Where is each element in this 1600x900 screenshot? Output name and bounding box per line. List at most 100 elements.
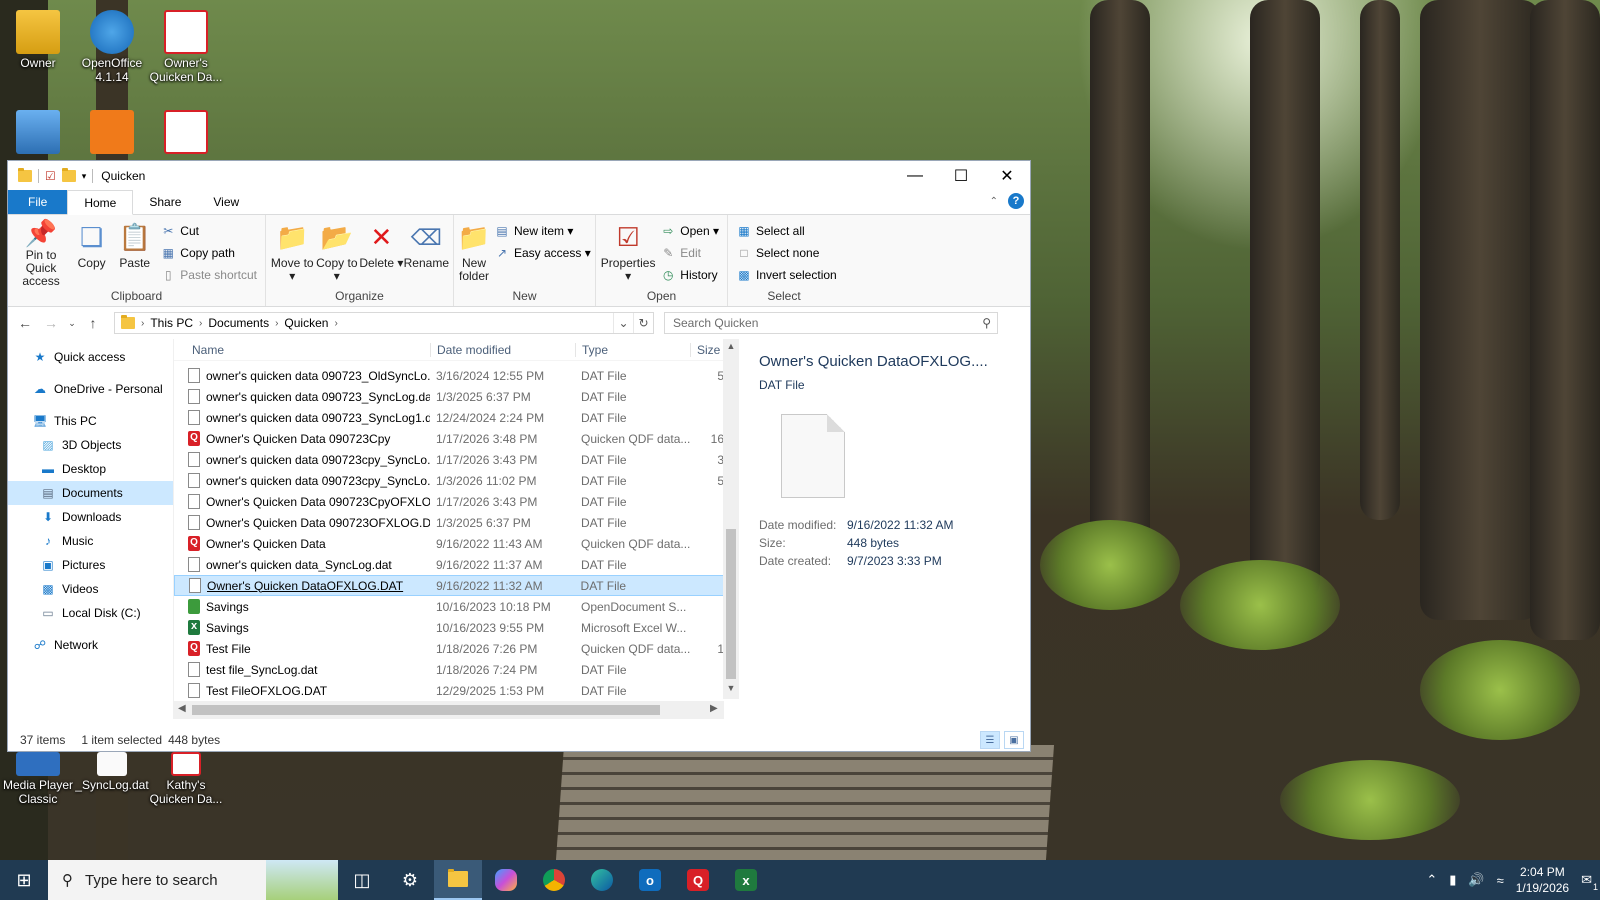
- outlook-taskbar-icon[interactable]: o: [626, 860, 674, 900]
- edit-button[interactable]: ✎ Edit: [660, 243, 719, 263]
- copilot-taskbar-icon[interactable]: [482, 860, 530, 900]
- file-row[interactable]: Test File 1/18/2026 7:26 PM Quicken QDF da…: [174, 638, 724, 659]
- easy-access-button[interactable]: ↗ Easy access ▾: [494, 243, 591, 263]
- rename-button[interactable]: ⌫ Rename: [404, 219, 449, 288]
- desktop-icon-owner[interactable]: Owner: [0, 8, 76, 70]
- file-row[interactable]: test file_SyncLog.dat 1/18/2026 7:24 PM DA…: [174, 659, 724, 680]
- breadcrumb-quicken[interactable]: Quicken: [284, 316, 328, 330]
- column-header-size[interactable]: Size: [690, 342, 726, 357]
- file-row[interactable]: Test FileOFXLOG.DAT 12/29/2025 1:53 PM DAT…: [174, 680, 724, 701]
- edge-taskbar-icon[interactable]: [578, 860, 626, 900]
- file-row[interactable]: Owner's Quicken Data 090723OFXLOG.DAT 1/3…: [174, 512, 724, 533]
- nav-this-pc[interactable]: 🖥 This PC: [8, 409, 173, 433]
- chrome-taskbar-icon[interactable]: [530, 860, 578, 900]
- nav-3d-objects[interactable]: ▨ 3D Objects: [8, 433, 173, 457]
- vertical-scrollbar[interactable]: ▲ ▼: [723, 339, 739, 699]
- file-row[interactable]: Owner's Quicken Data 090723Cpy 1/17/2026 …: [174, 428, 724, 449]
- file-row[interactable]: Owner's Quicken Data 090723CpyOFXLO... 1/…: [174, 491, 724, 512]
- collapse-ribbon-chevron-icon[interactable]: ⌃: [990, 196, 998, 207]
- history-button[interactable]: ◷ History: [660, 265, 719, 285]
- nav-documents[interactable]: ▤ Documents: [8, 481, 173, 505]
- scroll-up-arrow-icon[interactable]: ▲: [723, 341, 739, 351]
- address-dropdown-chevron-icon[interactable]: ⌄: [613, 313, 633, 333]
- help-icon[interactable]: ?: [1008, 193, 1024, 209]
- tab-home[interactable]: Home: [67, 190, 134, 215]
- forward-arrow-icon[interactable]: →: [40, 315, 62, 331]
- desktop-icon-synclog[interactable]: _SyncLog.dat: [74, 752, 150, 792]
- close-button[interactable]: ✕: [984, 161, 1030, 191]
- taskbar-search-box[interactable]: ⚲ Type here to search: [48, 860, 338, 900]
- settings-gear-icon[interactable]: ⚙: [386, 860, 434, 900]
- new-folder-qa-icon[interactable]: [61, 168, 76, 182]
- nav-onedrive[interactable]: ☁ OneDrive - Personal: [8, 377, 173, 401]
- file-row[interactable]: owner's quicken data_SyncLog.dat 9/16/202…: [174, 554, 724, 575]
- recent-locations-chevron-icon[interactable]: ⌄: [66, 318, 78, 329]
- address-bar[interactable]: › This PC › Documents › Quicken › ⌄ ↻: [114, 312, 654, 334]
- cut-button[interactable]: ✂ Cut: [160, 221, 257, 241]
- large-icons-view-icon[interactable]: ▣: [1004, 731, 1024, 749]
- desktop-icon-this-pc[interactable]: [0, 108, 76, 156]
- battery-icon[interactable]: ▮: [1449, 872, 1456, 888]
- pin-to-quick-access-button[interactable]: 📌 Pin to Quick access: [12, 219, 70, 288]
- chevron-right-icon[interactable]: ›: [199, 318, 202, 329]
- title-bar[interactable]: ☑ ▾ Quicken — ☐ ✕: [8, 161, 1030, 191]
- desktop-icon-kathys-quicken[interactable]: Kathy's Quicken Da...: [148, 752, 224, 806]
- chevron-right-icon[interactable]: ›: [141, 318, 144, 329]
- scrollbar-thumb[interactable]: [192, 705, 660, 715]
- breadcrumb-this-pc[interactable]: This PC: [150, 316, 193, 330]
- scrollbar-thumb[interactable]: [726, 529, 736, 679]
- file-row[interactable]: Owner's Quicken DataOFXLOG.DAT 9/16/2022 …: [174, 575, 724, 596]
- volume-icon[interactable]: 🔊: [1468, 872, 1484, 888]
- nav-downloads[interactable]: ⬇ Downloads: [8, 505, 173, 529]
- paste-button[interactable]: 📋 Paste: [113, 219, 156, 288]
- column-header-date-modified[interactable]: Date modified: [430, 342, 575, 357]
- select-all-button[interactable]: ▦ Select all: [736, 221, 837, 241]
- open-button[interactable]: ⇨ Open ▾: [660, 221, 719, 241]
- file-row[interactable]: owner's quicken data 090723_SyncLog.dat 1…: [174, 386, 724, 407]
- desktop-icon-openoffice[interactable]: OpenOffice 4.1.14: [74, 8, 150, 84]
- paste-shortcut-button[interactable]: ▯ Paste shortcut: [160, 265, 257, 285]
- select-none-button[interactable]: □ Select none: [736, 243, 837, 263]
- copy-button[interactable]: ❏ Copy: [70, 219, 113, 288]
- back-arrow-icon[interactable]: ←: [14, 315, 36, 331]
- scroll-left-arrow-icon[interactable]: ◀: [178, 703, 186, 714]
- file-row[interactable]: owner's quicken data 090723_SyncLog1.d..…: [174, 407, 724, 428]
- desktop-icon-owners-quicken[interactable]: Owner's Quicken Da...: [148, 8, 224, 84]
- nav-music[interactable]: ♪ Music: [8, 529, 173, 553]
- new-folder-button[interactable]: 📁 New folder: [458, 219, 490, 288]
- horizontal-scrollbar[interactable]: ◀ ▶: [174, 701, 724, 719]
- file-row[interactable]: owner's quicken data 090723cpy_SyncLo...…: [174, 449, 724, 470]
- chevron-right-icon[interactable]: ›: [275, 318, 278, 329]
- tab-share[interactable]: Share: [133, 190, 197, 214]
- breadcrumb-documents[interactable]: Documents: [208, 316, 269, 330]
- chevron-right-icon[interactable]: ›: [334, 318, 337, 329]
- column-header-type[interactable]: Type: [575, 342, 690, 357]
- column-header-name[interactable]: Name: [174, 343, 430, 357]
- file-row[interactable]: Owner's Quicken Data 9/16/2022 11:43 AM Qu…: [174, 533, 724, 554]
- new-item-button[interactable]: ▤ New item ▾: [494, 221, 591, 241]
- show-hidden-icons-chevron-icon[interactable]: ⌃: [1426, 872, 1437, 888]
- move-to-button[interactable]: 📁 Move to ▾: [270, 219, 315, 288]
- scroll-down-arrow-icon[interactable]: ▼: [723, 683, 739, 693]
- file-row[interactable]: owner's quicken data 090723cpy_SyncLo...…: [174, 470, 724, 491]
- nav-desktop[interactable]: ▬ Desktop: [8, 457, 173, 481]
- file-explorer-taskbar-icon[interactable]: [434, 860, 482, 900]
- properties-button[interactable]: ☑ Properties ▾: [600, 219, 656, 288]
- file-row[interactable]: owner's quicken data 090723_OldSyncLo...…: [174, 365, 724, 386]
- nav-local-disk[interactable]: ▭ Local Disk (C:): [8, 601, 173, 625]
- excel-taskbar-icon[interactable]: x: [722, 860, 770, 900]
- minimize-button[interactable]: —: [892, 161, 938, 191]
- task-view-icon[interactable]: ◫: [338, 860, 386, 900]
- search-input[interactable]: Search Quicken ⚲: [664, 312, 998, 334]
- desktop-icon-media-player[interactable]: Media Player Classic: [0, 752, 76, 806]
- copy-path-button[interactable]: ▦ Copy path: [160, 243, 257, 263]
- details-view-icon[interactable]: ☰: [980, 731, 1000, 749]
- nav-network[interactable]: ☍ Network: [8, 633, 173, 657]
- nav-pictures[interactable]: ▣ Pictures: [8, 553, 173, 577]
- properties-qa-icon[interactable]: ☑: [45, 169, 56, 183]
- invert-selection-button[interactable]: ▩ Invert selection: [736, 265, 836, 285]
- customize-qa-chevron-icon[interactable]: ▾: [82, 171, 87, 182]
- tab-view[interactable]: View: [197, 190, 255, 214]
- up-arrow-icon[interactable]: ↑: [82, 315, 104, 331]
- delete-button[interactable]: ✕ Delete ▾: [359, 219, 404, 288]
